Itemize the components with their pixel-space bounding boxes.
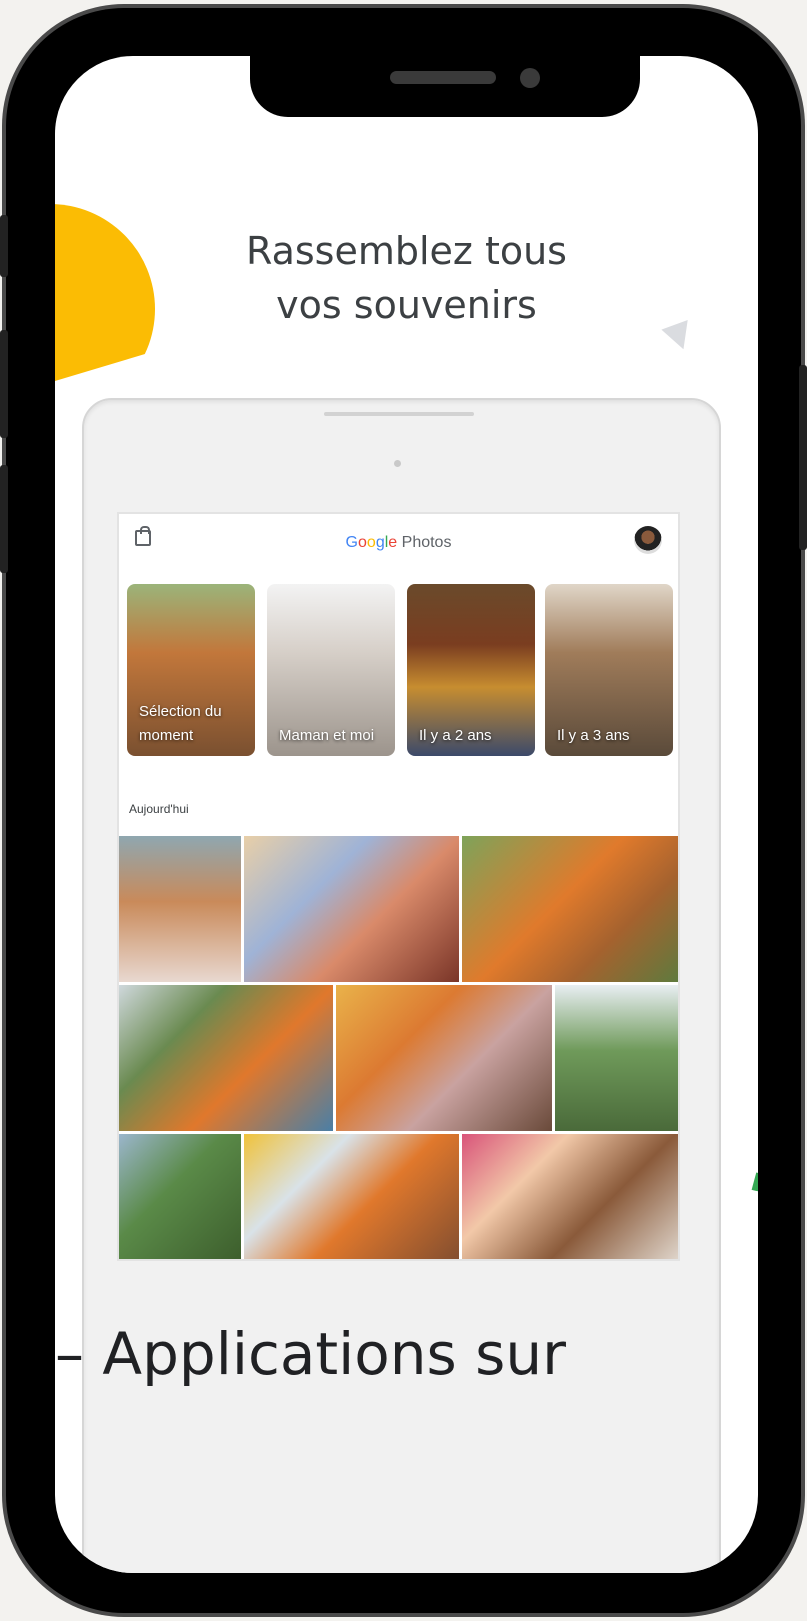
tablet-camera [394, 460, 401, 467]
photo-thumbnail[interactable] [555, 985, 678, 1131]
notch [250, 56, 640, 117]
phone-screen: Rassemblez tous vos souvenirs Google Pho… [55, 56, 758, 1573]
memory-label: Sélection du moment [139, 703, 222, 744]
memories-carousel: Sélection du moment Maman et moi Il y a … [127, 584, 677, 756]
memory-label: Il y a 3 ans [557, 727, 630, 744]
tablet-mockup: Google Photos Sélection du moment Maman … [82, 398, 721, 1573]
front-camera [520, 68, 540, 88]
phone-frame: Rassemblez tous vos souvenirs Google Pho… [6, 8, 801, 1613]
power-button [799, 365, 807, 550]
photo-thumbnail[interactable] [336, 985, 552, 1131]
headline-line-1: Rassemblez tous [246, 229, 567, 273]
section-title-today: Aujourd'hui [129, 802, 189, 816]
photo-thumbnail[interactable] [119, 836, 241, 982]
logo-suffix: Photos [401, 534, 452, 551]
promo-headline: Rassemblez tous vos souvenirs [55, 224, 758, 332]
photo-thumbnail[interactable] [462, 836, 678, 982]
photo-thumbnail[interactable] [462, 1134, 678, 1259]
speaker [390, 71, 496, 84]
photo-thumbnail[interactable] [119, 985, 333, 1131]
photo-thumbnail[interactable] [244, 836, 459, 982]
photo-thumbnail[interactable] [119, 1134, 241, 1259]
side-button [0, 330, 8, 438]
memory-label: Maman et moi [279, 727, 375, 744]
memory-card[interactable]: Il y a 3 ans [545, 584, 673, 756]
headline-line-2: vos souvenirs [276, 283, 537, 327]
promo-footer-text: – Applications sur [55, 1320, 566, 1388]
photo-thumbnail[interactable] [244, 1134, 459, 1259]
side-button [0, 465, 8, 573]
memory-card[interactable]: Il y a 2 ans [407, 584, 535, 756]
google-photos-logo: Google Photos [345, 534, 452, 551]
tablet-top-bar [324, 412, 474, 416]
memory-label: Il y a 2 ans [419, 727, 492, 744]
side-button [0, 215, 8, 277]
photo-grid [119, 836, 678, 1259]
memory-card[interactable]: Maman et moi [267, 584, 395, 756]
tablet-screen: Google Photos Sélection du moment Maman … [117, 512, 680, 1261]
avatar[interactable] [634, 526, 662, 554]
memory-card[interactable]: Sélection du moment [127, 584, 255, 756]
